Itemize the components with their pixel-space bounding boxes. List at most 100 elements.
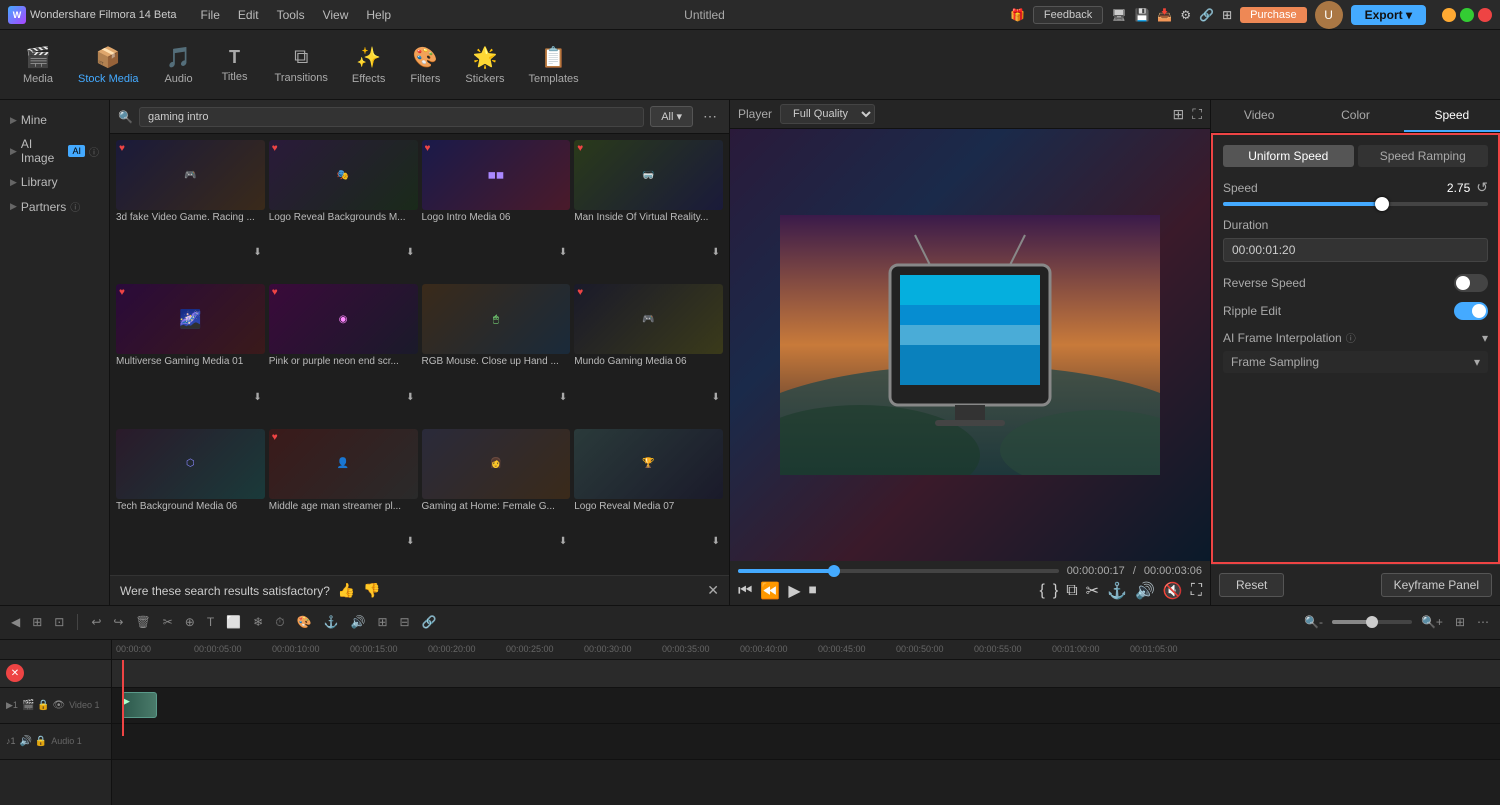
text-tool[interactable]: T (204, 613, 217, 631)
zoom-in-button[interactable]: 🔍+ (1418, 613, 1446, 631)
minimize-button[interactable] (1442, 8, 1456, 22)
speed-slider[interactable] (1223, 202, 1488, 206)
group-button[interactable]: ⊞ (374, 613, 390, 631)
user-avatar[interactable]: U (1315, 1, 1343, 29)
menu-tools[interactable]: Tools (269, 6, 313, 24)
menu-view[interactable]: View (315, 6, 357, 24)
volume-button[interactable]: 🔊 (1135, 581, 1155, 601)
list-item[interactable]: 👤 ♥ ⬇ Middle age man streamer pl... (269, 429, 418, 569)
tool-templates[interactable]: 📋 Templates (518, 41, 588, 89)
more-options-button[interactable]: ⋯ (699, 108, 721, 125)
tool-effects[interactable]: ✨ Effects (342, 41, 395, 89)
ai-frame-chevron[interactable]: ▾ (1482, 331, 1488, 345)
purchase-button[interactable]: Purchase (1240, 7, 1306, 23)
thumbup-button[interactable]: 👍 (338, 582, 355, 599)
frame-sampling-chevron[interactable]: ▾ (1474, 355, 1480, 369)
tool-filters[interactable]: 🎨 Filters (399, 41, 451, 89)
search-input[interactable] (139, 107, 644, 127)
filter-all-button[interactable]: All ▾ (650, 106, 693, 127)
list-item[interactable]: 🌌 ♥ ⬇ Multiverse Gaming Media 01 (116, 284, 265, 424)
list-item[interactable]: 🎮 ♥ ⬇ Mundo Gaming Media 06 (574, 284, 723, 424)
reverse-speed-toggle[interactable] (1454, 274, 1488, 292)
more-timeline-button[interactable]: ⋯ (1474, 613, 1492, 631)
progress-bar[interactable] (738, 569, 1059, 573)
tool-stock-media[interactable]: 📦 Stock Media (68, 41, 149, 89)
menu-help[interactable]: Help (358, 6, 399, 24)
list-item[interactable]: 🥽 ♥ ⬇ Man Inside Of Virtual Reality... (574, 140, 723, 280)
speed-reset-button[interactable]: ↺ (1476, 179, 1488, 196)
duration-input[interactable] (1223, 238, 1488, 262)
freeze-tool[interactable]: ❄ (250, 613, 266, 631)
sidebar-item-ai-image[interactable]: ▶ AI Image AI ⓘ (0, 132, 109, 170)
keyframe-panel-button[interactable]: Keyframe Panel (1381, 573, 1492, 597)
mark-in-button[interactable]: { (1040, 582, 1045, 600)
undo-button[interactable]: ↩ (88, 613, 104, 631)
tab-color[interactable]: Color (1307, 100, 1403, 132)
rectangle-tool[interactable]: ⬜ (223, 613, 244, 631)
feedback-close-button[interactable]: ✕ (707, 582, 719, 599)
tool-stickers[interactable]: 🌟 Stickers (455, 41, 514, 89)
link-button[interactable]: 🔗 (419, 613, 440, 631)
color-match-button[interactable]: 🎨 (294, 613, 315, 631)
grid-view-button[interactable]: ⊞ (1172, 106, 1184, 123)
speed-button[interactable]: ⏱ (272, 613, 287, 632)
list-item[interactable]: ◼◼ ♥ ⬇ Logo Intro Media 06 (422, 140, 571, 280)
stabilize-button[interactable]: ⚓ (1107, 581, 1127, 601)
tool-audio[interactable]: 🎵 Audio (153, 41, 205, 89)
video-clip[interactable]: ▶ (122, 692, 157, 718)
add-track-button[interactable]: ⊞ (29, 613, 45, 631)
reset-button[interactable]: Reset (1219, 573, 1284, 597)
sidebar-item-mine[interactable]: ▶ Mine (0, 108, 109, 132)
delete-button[interactable]: 🗑 (132, 613, 153, 631)
list-item[interactable]: 👩 ⬇ Gaming at Home: Female G... (422, 429, 571, 569)
crop-button[interactable]: ✂ (1086, 581, 1099, 601)
rewind-button[interactable]: ⏮ (738, 582, 752, 600)
export-button[interactable]: Export ▾ (1351, 5, 1426, 25)
copy-button[interactable]: ⊕ (182, 613, 198, 631)
tool-media[interactable]: 🎬 Media (12, 41, 64, 89)
menu-file[interactable]: File (193, 6, 228, 24)
list-item[interactable]: ◉ ♥ ⬇ Pink or purple neon end scr... (269, 284, 418, 424)
stabilize-tl-button[interactable]: ⚓ (321, 613, 342, 631)
ungroup-button[interactable]: ⊟ (397, 613, 413, 631)
sidebar-item-library[interactable]: ▶ Library (0, 170, 109, 194)
tab-speed[interactable]: Speed (1404, 100, 1500, 132)
tool-transitions[interactable]: ⧉ Transitions (265, 42, 338, 88)
close-button[interactable] (1478, 8, 1492, 22)
list-item[interactable]: 🎮 ♥ ⬇ 3d fake Video Game. Racing ... (116, 140, 265, 280)
sidebar-item-partners[interactable]: ▶ Partners ⓘ (0, 194, 109, 219)
thumb-label: Tech Background Media 06 (116, 499, 265, 514)
redo-button[interactable]: ↪ (110, 613, 126, 631)
ripple-edit-toggle[interactable] (1454, 302, 1488, 320)
stop-button[interactable]: ⏹ (809, 582, 817, 600)
quality-selector[interactable]: Full Quality Half Quality (780, 104, 875, 124)
list-item[interactable]: 🖱 ⬇ RGB Mouse. Close up Hand ... (422, 284, 571, 424)
thumbdown-button[interactable]: 👎 (363, 582, 380, 599)
list-item[interactable]: 🎭 ♥ ⬇ Logo Reveal Backgrounds M... (269, 140, 418, 280)
zoom-slider[interactable] (1332, 620, 1412, 624)
speed-ramping-tab[interactable]: Speed Ramping (1358, 145, 1489, 167)
menu-edit[interactable]: Edit (230, 6, 267, 24)
split-button[interactable]: ⧉ (1066, 582, 1077, 600)
cut-button[interactable]: ✂ (160, 613, 176, 631)
fit-timeline-button[interactable]: ⊞ (1452, 613, 1468, 631)
ai-info-icon[interactable]: ⓘ (1346, 330, 1356, 345)
collapse-panel-button[interactable]: ◀ (8, 613, 23, 631)
list-item[interactable]: ⬡ Tech Background Media 06 (116, 429, 265, 569)
fullscreen-button[interactable]: ⛶ (1192, 106, 1202, 123)
uniform-speed-tab[interactable]: Uniform Speed (1223, 145, 1354, 167)
audio-sync-button[interactable]: 🔊 (347, 613, 368, 631)
properties-bottom: Reset Keyframe Panel (1211, 564, 1500, 605)
mute-button[interactable]: 🔇 (1163, 581, 1183, 601)
feedback-button[interactable]: Feedback (1033, 6, 1103, 24)
zoom-out-button[interactable]: 🔍- (1301, 613, 1326, 631)
expand-button[interactable]: ⛶ (1191, 582, 1202, 600)
tab-video[interactable]: Video (1211, 100, 1307, 132)
maximize-button[interactable] (1460, 8, 1474, 22)
play-button[interactable]: ▶ (788, 581, 800, 601)
mark-out-button[interactable]: } (1053, 582, 1058, 600)
list-item[interactable]: 🏆 ⬇ Logo Reveal Media 07 (574, 429, 723, 569)
tool-titles[interactable]: T Titles (209, 43, 261, 87)
step-back-button[interactable]: ⏪ (760, 581, 780, 601)
snap-button[interactable]: ⊡ (51, 613, 67, 631)
